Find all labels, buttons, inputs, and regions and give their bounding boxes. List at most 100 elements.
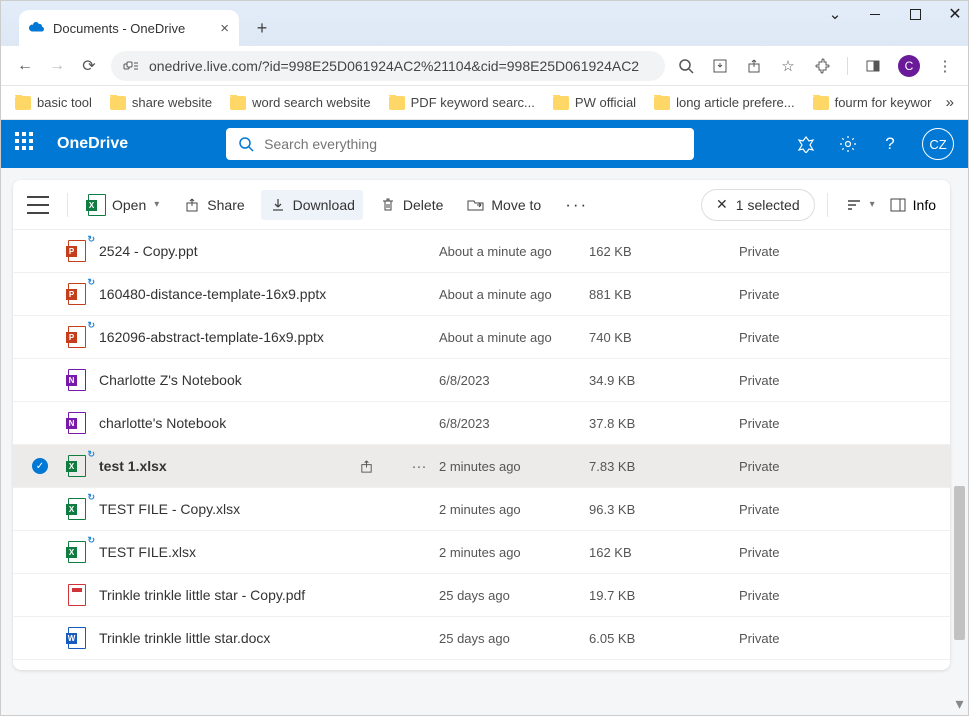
browser-tab[interactable]: Documents - OneDrive × <box>19 10 239 46</box>
new-tab-button[interactable]: + <box>247 13 277 43</box>
share-label: Share <box>207 197 244 213</box>
separator <box>847 57 848 75</box>
move-to-button[interactable]: Move to <box>459 190 549 220</box>
file-size: 6.05 KB <box>589 631 739 646</box>
help-icon[interactable]: ? <box>880 134 900 154</box>
file-modified: 6/8/2023 <box>439 416 589 431</box>
folder-icon <box>110 96 126 110</box>
settings-icon[interactable] <box>838 134 858 154</box>
nav-back-button[interactable]: ← <box>15 56 35 76</box>
bookmark-item[interactable]: long article prefere... <box>654 95 795 110</box>
account-avatar[interactable]: CZ <box>922 128 954 160</box>
file-row[interactable]: charlotte's Notebook···6/8/202337.8 KBPr… <box>13 402 950 445</box>
file-size: 19.7 KB <box>589 588 739 603</box>
separator <box>67 193 68 217</box>
file-type-icon: ↻ <box>67 326 87 348</box>
bookmark-item[interactable]: basic tool <box>15 95 92 110</box>
install-app-icon[interactable] <box>711 57 729 75</box>
search-in-page-icon[interactable] <box>677 57 695 75</box>
row-more-button[interactable]: ··· <box>399 458 439 475</box>
row-select[interactable]: ✓ <box>13 458 67 474</box>
tab-close-button[interactable]: × <box>220 20 229 37</box>
file-size: 740 KB <box>589 330 739 345</box>
file-sharing: Private <box>739 330 940 345</box>
file-sharing: Private <box>739 631 940 646</box>
file-name: Trinkle trinkle little star - Copy.pdf <box>99 587 359 603</box>
file-list: ↻2524 - Copy.ppt···About a minute ago162… <box>13 230 950 660</box>
file-sharing: Private <box>739 373 940 388</box>
file-type-icon <box>67 412 87 434</box>
file-modified: 25 days ago <box>439 588 589 603</box>
window-minimize-button[interactable] <box>868 7 882 21</box>
bookmark-item[interactable]: fourm for keyword... <box>813 95 932 110</box>
file-row[interactable]: ↻160480-distance-template-16x9.pptx···Ab… <box>13 273 950 316</box>
address-bar[interactable]: onedrive.live.com/?id=998E25D061924AC2%2… <box>111 51 665 81</box>
selection-pill[interactable]: ✕ 1 selected <box>701 189 815 221</box>
premium-icon[interactable] <box>796 134 816 154</box>
search-input[interactable] <box>264 136 682 152</box>
info-button[interactable]: Info <box>889 197 936 213</box>
file-name: charlotte's Notebook <box>99 415 359 431</box>
bookmarks-bar: basic tool share website word search websi… <box>1 86 968 120</box>
bookmark-label: basic tool <box>37 95 92 110</box>
search-box[interactable] <box>226 128 694 160</box>
more-commands-button[interactable]: ··· <box>557 189 596 221</box>
bookmark-item[interactable]: word search website <box>230 95 371 110</box>
bookmark-item[interactable]: PW official <box>553 95 636 110</box>
file-sharing: Private <box>739 244 940 259</box>
bookmark-item[interactable]: share website <box>110 95 212 110</box>
folder-icon <box>813 96 829 110</box>
file-row[interactable]: ↻162096-abstract-template-16x9.pptx···Ab… <box>13 316 950 359</box>
file-type-icon: ↻ <box>67 498 87 520</box>
file-row[interactable]: Trinkle trinkle little star.docx···25 da… <box>13 617 950 660</box>
brand-label[interactable]: OneDrive <box>57 135 128 153</box>
nav-reload-button[interactable]: ⟳ <box>79 56 99 76</box>
download-button[interactable]: Download <box>261 190 363 220</box>
extensions-icon[interactable] <box>813 57 831 75</box>
file-row[interactable]: ↻TEST FILE.xlsx···2 minutes ago162 KBPri… <box>13 531 950 574</box>
file-modified: About a minute ago <box>439 244 589 259</box>
move-to-label: Move to <box>491 197 541 213</box>
app-header: OneDrive ? CZ <box>1 120 968 168</box>
open-button[interactable]: Open ▾ <box>80 190 167 220</box>
bookmark-item[interactable]: PDF keyword searc... <box>389 95 535 110</box>
window-dropdown-icon[interactable]: ⌄ <box>828 7 842 21</box>
file-type-icon: ↻ <box>67 283 87 305</box>
sort-button[interactable]: ▾ <box>840 194 881 216</box>
site-info-icon[interactable] <box>123 59 139 73</box>
bookmarks-overflow-button[interactable]: » <box>946 94 954 111</box>
sync-badge-icon: ↻ <box>87 535 95 546</box>
file-row[interactable]: ✓↻test 1.xlsx···2 minutes ago7.83 KBPriv… <box>13 445 950 488</box>
folder-icon <box>654 96 670 110</box>
file-row[interactable]: ↻2524 - Copy.ppt···About a minute ago162… <box>13 230 950 273</box>
scrollbar-thumb[interactable] <box>954 486 965 640</box>
bookmark-label: share website <box>132 95 212 110</box>
file-row[interactable]: Trinkle trinkle little star - Copy.pdf··… <box>13 574 950 617</box>
sync-badge-icon: ↻ <box>87 234 95 245</box>
nav-forward-button[interactable]: → <box>47 56 67 76</box>
download-label: Download <box>293 197 355 213</box>
file-row[interactable]: ↻TEST FILE - Copy.xlsx···2 minutes ago96… <box>13 488 950 531</box>
row-share-button[interactable] <box>359 459 399 474</box>
scroll-down-button[interactable]: ▾ <box>954 697 965 711</box>
clear-selection-icon[interactable]: ✕ <box>716 196 728 213</box>
delete-icon <box>379 196 397 214</box>
file-row[interactable]: Charlotte Z's Notebook···6/8/202334.9 KB… <box>13 359 950 402</box>
profile-avatar[interactable]: C <box>898 55 920 77</box>
bookmark-star-icon[interactable]: ☆ <box>779 57 797 75</box>
window-close-button[interactable]: ✕ <box>948 7 962 21</box>
chevron-down-icon: ▾ <box>154 199 159 210</box>
share-page-icon[interactable] <box>745 57 763 75</box>
file-sharing: Private <box>739 416 940 431</box>
window-maximize-button[interactable] <box>908 7 922 21</box>
browser-menu-icon[interactable]: ⋮ <box>936 57 954 75</box>
content-area: Open ▾ Share Download Delete Move to ··· <box>1 168 968 715</box>
nav-menu-button[interactable] <box>27 196 49 214</box>
file-size: 162 KB <box>589 244 739 259</box>
bookmark-label: word search website <box>252 95 371 110</box>
app-launcher-button[interactable] <box>15 132 39 156</box>
share-button[interactable]: Share <box>175 190 252 220</box>
sidepanel-icon[interactable] <box>864 57 882 75</box>
delete-label: Delete <box>403 197 443 213</box>
delete-button[interactable]: Delete <box>371 190 451 220</box>
